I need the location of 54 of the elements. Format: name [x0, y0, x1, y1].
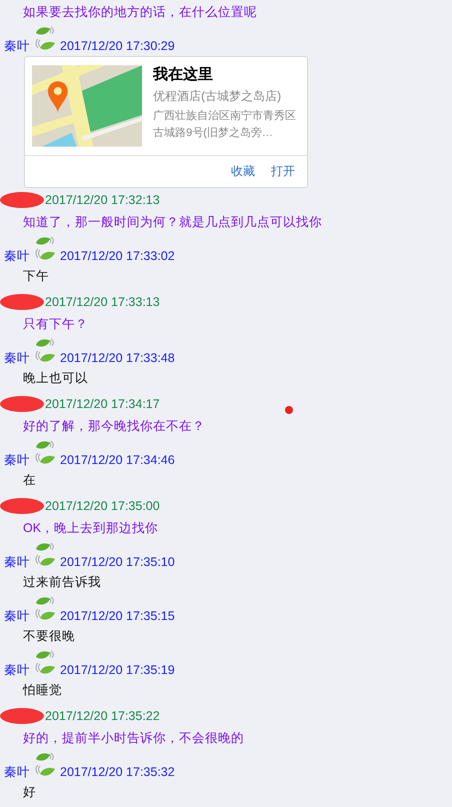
sender-name[interactable]: 秦叶	[4, 350, 30, 366]
leaf-icon	[34, 26, 56, 52]
message-text: 不要很晚	[23, 628, 75, 645]
sender-name[interactable]: 秦叶	[4, 662, 30, 678]
sender-name[interactable]: 秦叶	[4, 554, 30, 570]
message-text: 怕睡觉	[23, 682, 62, 699]
timestamp: 2017/12/20 17:35:10	[60, 554, 175, 570]
redaction-mark	[0, 396, 44, 412]
message-text: 如果要去找你的地方的话，在什么位置呢	[23, 4, 257, 21]
message-text: OK，晚上去到那边找你	[23, 520, 158, 537]
message-text: 在	[23, 472, 36, 489]
timestamp: 2017/12/20 17:34:46	[60, 452, 175, 468]
address-text: 广西壮族自治区南宁市青秀区古城路9号(旧梦之岛旁…	[153, 108, 298, 141]
timestamp: 2017/12/20 17:32:13	[45, 192, 160, 208]
timestamp: 2017/12/20 17:35:15	[60, 608, 175, 624]
card-action-button[interactable]: 收藏	[225, 160, 261, 183]
leaf-icon	[34, 440, 56, 466]
leaf-icon	[34, 752, 56, 778]
leaf-icon	[34, 650, 56, 676]
card-title: 我在这里	[153, 65, 214, 85]
leaf-icon	[34, 542, 56, 568]
sender-name[interactable]: 秦叶	[4, 248, 30, 264]
message-text: 好的了解，那今晚找你在不在？	[23, 418, 205, 435]
timestamp: 2017/12/20 17:33:48	[60, 350, 175, 366]
timestamp: 2017/12/20 17:35:00	[45, 498, 160, 514]
dot-mark	[285, 406, 293, 414]
sender-name[interactable]: 秦叶	[4, 764, 30, 780]
timestamp: 2017/12/20 17:33:13	[45, 294, 160, 310]
sender-name[interactable]: 秦叶	[4, 452, 30, 468]
redaction-mark	[0, 498, 44, 514]
message-text: 晚上也可以	[23, 370, 88, 387]
timestamp: 2017/12/20 17:35:32	[60, 764, 175, 780]
leaf-icon	[34, 596, 56, 622]
timestamp: 2017/12/20 17:35:22	[45, 708, 160, 724]
sender-name[interactable]: 秦叶	[4, 608, 30, 624]
message-text: 只有下午？	[23, 316, 88, 333]
redaction-mark	[0, 192, 44, 208]
sender-name[interactable]: 秦叶	[4, 38, 30, 54]
message-text: 下午	[23, 268, 49, 285]
redaction-mark	[0, 294, 44, 310]
timestamp: 2017/12/20 17:30:29	[60, 38, 175, 54]
leaf-icon	[34, 338, 56, 364]
message-text: 好	[23, 784, 36, 801]
timestamp: 2017/12/20 17:33:02	[60, 248, 175, 264]
timestamp: 2017/12/20 17:34:17	[45, 396, 160, 412]
leaf-icon	[34, 236, 56, 262]
timestamp: 2017/12/20 17:35:19	[60, 662, 175, 678]
location-card[interactable]: 我在这里 优程酒店(古城梦之岛店) 广西壮族自治区南宁市青秀区古城路9号(旧梦之岛旁… 收藏 打开	[24, 56, 308, 188]
redaction-mark	[0, 708, 44, 724]
message-text: 好的，提前半小时告诉你，不会很晚的	[23, 730, 244, 747]
message-text: 知道了，那一般时间为何？就是几点到几点可以找你	[23, 214, 322, 231]
message-text: 过来前告诉我	[23, 574, 101, 591]
place-name: 优程酒店(古城梦之岛店)	[153, 88, 282, 105]
card-action-button[interactable]: 打开	[265, 160, 301, 183]
